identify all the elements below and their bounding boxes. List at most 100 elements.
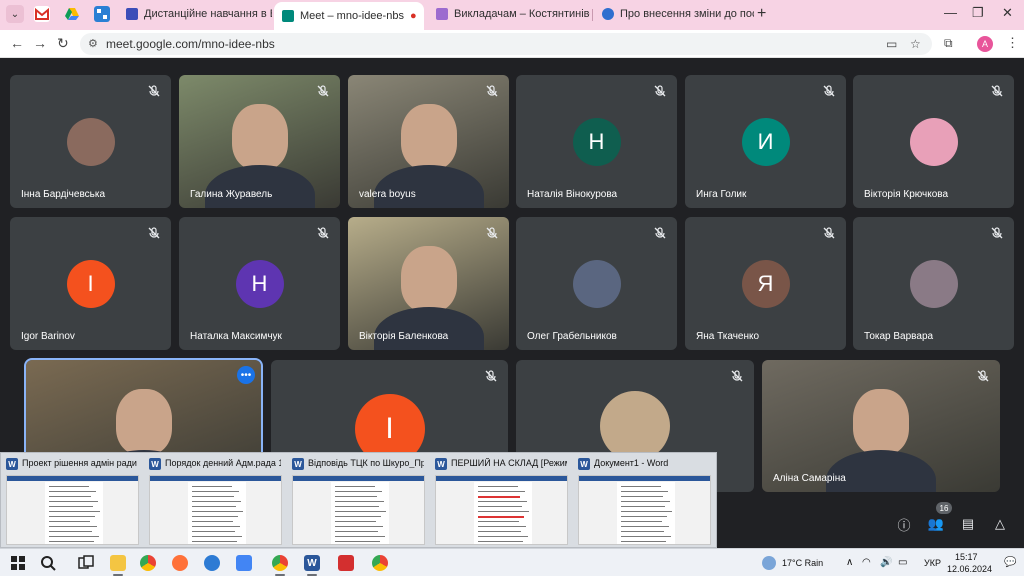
chrome-profile-icon[interactable] <box>272 555 288 571</box>
mic-off-icon <box>484 369 498 383</box>
participant-tile[interactable]: Я Яна Ткаченко <box>685 217 846 350</box>
participant-tile[interactable]: Галина Журавель <box>179 75 340 208</box>
camera-indicator-icon[interactable]: ▭ <box>886 37 897 51</box>
puzzle-site-pinned-tab[interactable] <box>94 6 110 22</box>
document-text-line <box>478 506 522 507</box>
meet-favicon-icon <box>282 10 294 22</box>
participant-avatar: И <box>741 117 790 166</box>
document-text-line <box>192 526 240 527</box>
tab-search-chevron-icon[interactable]: ⌄ <box>6 5 24 23</box>
new-tab-button[interactable]: + <box>757 5 766 23</box>
forward-arrow-icon[interactable]: → <box>33 35 47 51</box>
chrome-icon[interactable] <box>140 555 156 571</box>
close-window-icon[interactable]: ✕ <box>1002 5 1013 21</box>
notifications-icon[interactable]: 💬 <box>1004 557 1016 568</box>
mic-off-icon <box>730 369 744 383</box>
word-preview-4[interactable]: W ПЕРШИЙ НА СКЛАД [Режим о... <box>430 453 573 549</box>
chrome-second-profile-icon[interactable] <box>372 555 388 571</box>
volume-icon[interactable]: 🔊 <box>880 557 892 568</box>
preview-title: Документ1 - Word <box>594 458 669 468</box>
document-text-line <box>192 541 237 542</box>
document-text-line <box>49 486 89 487</box>
tab-distance-learning[interactable]: Дистанційне навчання в ВСП ✕ <box>118 2 272 26</box>
extensions-puzzle-icon[interactable]: ⧉ <box>944 36 953 51</box>
tab-teachers[interactable]: Викладачам – Костянтинівськ ✕ <box>428 2 590 26</box>
document-text-line <box>49 501 98 502</box>
document-preview <box>578 475 711 545</box>
document-text-line <box>621 501 670 502</box>
clock-date[interactable]: 12.06.2024 <box>947 564 992 574</box>
mic-off-icon <box>990 226 1004 240</box>
more-options-icon[interactable]: ••• <box>237 366 255 384</box>
document-text-line <box>49 541 94 542</box>
firefox-icon[interactable] <box>172 555 188 571</box>
document-text-line <box>335 536 385 537</box>
store-icon[interactable] <box>236 555 252 571</box>
weather-rain-icon[interactable] <box>762 556 776 570</box>
document-text-line <box>621 526 669 527</box>
participant-tile[interactable]: Олег Грабельников <box>516 217 677 350</box>
input-language[interactable]: УКР <box>924 558 941 568</box>
word-preview-2[interactable]: W Порядок денний Адм.рада 12.... <box>144 453 287 549</box>
activities-icon[interactable]: △ <box>990 514 1010 534</box>
participant-name: valera boyus <box>359 189 416 200</box>
edge-icon[interactable] <box>204 555 220 571</box>
participant-name: Вікторія Баленкова <box>359 331 449 342</box>
word-taskbar-icon[interactable]: W <box>304 555 320 571</box>
participant-tile[interactable]: Н Наталка Максимчук <box>179 217 340 350</box>
reload-icon[interactable]: ↻ <box>57 35 69 52</box>
pdf-reader-icon[interactable] <box>338 555 354 571</box>
participant-tile[interactable]: Вікторія Крючкова <box>853 75 1014 208</box>
minimize-icon[interactable]: — <box>944 5 957 20</box>
address-bar[interactable]: ⚙ meet.google.com/mno-idee-nbs ▭ ☆ <box>80 33 932 55</box>
mic-off-icon <box>316 226 330 240</box>
video-feed-body <box>373 165 484 208</box>
document-text-line <box>192 496 234 497</box>
bookmark-star-icon[interactable]: ☆ <box>910 37 921 51</box>
tab-close-icon[interactable]: ✕ <box>417 10 424 23</box>
participant-tile[interactable]: И Инга Голик <box>685 75 846 208</box>
show-hidden-icons-chevron-icon[interactable]: ∧ <box>846 557 853 568</box>
participant-tile[interactable]: Токар Варвара <box>853 217 1014 350</box>
word-preview-3[interactable]: W Відповідь ТЦК по Шкуро_Про... <box>287 453 430 549</box>
participant-tile[interactable]: Аліна Самаріна <box>762 360 1000 492</box>
participant-avatar <box>572 259 621 308</box>
url-text[interactable]: meet.google.com/mno-idee-nbs <box>106 37 275 51</box>
clock-time[interactable]: 15:17 <box>955 552 978 562</box>
participant-avatar: Н <box>235 259 284 308</box>
battery-icon[interactable]: ▭ <box>898 557 907 568</box>
chat-icon[interactable]: ▤ <box>958 514 978 534</box>
google-drive-pinned-tab[interactable] <box>64 6 80 22</box>
participant-tile[interactable]: I Igor Barinov <box>10 217 171 350</box>
participant-tile[interactable]: Вікторія Баленкова <box>348 217 509 350</box>
file-explorer-icon[interactable] <box>110 555 126 571</box>
meeting-info-icon[interactable]: ⓘ <box>894 514 914 534</box>
document-text-line <box>49 516 95 517</box>
task-view-icon[interactable] <box>78 555 94 571</box>
word-preview-1[interactable]: W Проект рішення адмін ради 3... <box>1 453 144 549</box>
profile-avatar[interactable]: A <box>977 36 993 52</box>
participant-avatar <box>909 259 958 308</box>
search-icon[interactable] <box>40 555 56 571</box>
tab-resolution[interactable]: Про внесення зміни до постан ✕ <box>594 2 754 26</box>
document-text-line <box>621 506 665 507</box>
network-icon[interactable]: ◠ <box>862 557 871 568</box>
people-icon[interactable]: 👥 <box>926 514 946 534</box>
weather-text[interactable]: 17°C Rain <box>782 558 823 568</box>
participant-tile[interactable]: valera boyus <box>348 75 509 208</box>
site-settings-icon[interactable]: ⚙ <box>88 37 98 50</box>
tab-favicon-icon <box>602 8 614 20</box>
participant-tile[interactable]: Н Наталія Вінокурова <box>516 75 677 208</box>
browser-menu-icon[interactable]: ⋮ <box>1006 35 1019 51</box>
app-icon <box>97 9 107 19</box>
document-text-line <box>49 511 100 512</box>
windows-start-icon[interactable] <box>10 555 26 571</box>
word-preview-5[interactable]: W Документ1 - Word <box>573 453 716 549</box>
participant-tile[interactable]: Інна Бардічевська <box>10 75 171 208</box>
back-arrow-icon[interactable]: ← <box>10 35 24 51</box>
gmail-pinned-tab[interactable] <box>34 6 50 22</box>
restore-icon[interactable]: ❐ <box>972 5 984 21</box>
document-text-line <box>49 536 99 537</box>
participant-name: Галина Журавель <box>190 189 273 200</box>
tab-meet[interactable]: Meet – mno-idee-nbs ● ✕ <box>274 2 424 30</box>
